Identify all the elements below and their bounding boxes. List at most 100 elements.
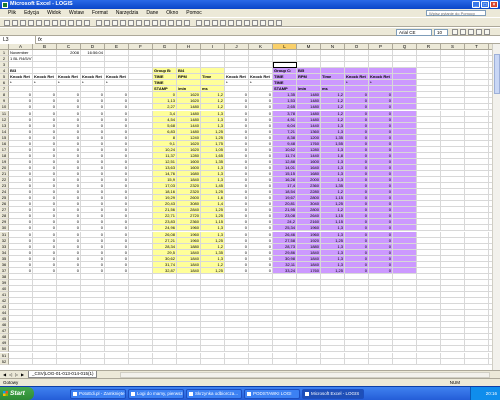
- toolbar-button-icon[interactable]: [136, 20, 142, 26]
- fx-icon[interactable]: fx: [38, 36, 42, 44]
- taskbar-item-1[interactable]: Logi do mamy, pierwsze...: [128, 388, 184, 399]
- toolbar-button-icon[interactable]: [20, 20, 26, 26]
- menu-item-0[interactable]: Plik: [4, 10, 20, 16]
- toolbar-button-icon[interactable]: [244, 20, 250, 26]
- cell-P3[interactable]: [369, 62, 393, 69]
- cell-H52[interactable]: [177, 358, 201, 365]
- last-sheet-icon[interactable]: ▶: [20, 372, 25, 377]
- cell-T52[interactable]: [465, 358, 489, 365]
- row-header-52[interactable]: 52: [0, 358, 9, 365]
- toolbar-button-icon[interactable]: [168, 20, 174, 26]
- cell-D3[interactable]: [81, 62, 105, 69]
- prev-sheet-icon[interactable]: ◁: [8, 372, 13, 377]
- cell-A52[interactable]: [9, 358, 33, 365]
- toolbar-button-icon[interactable]: [268, 20, 274, 26]
- toolbar-button-icon[interactable]: [4, 20, 10, 26]
- toolbar-button-icon[interactable]: [276, 20, 282, 26]
- cell-D52[interactable]: [81, 358, 105, 365]
- cell-O52[interactable]: [345, 358, 369, 365]
- toolbar-button-icon[interactable]: [120, 20, 126, 26]
- start-button[interactable]: Start: [0, 387, 34, 400]
- cell-N52[interactable]: [321, 358, 345, 365]
- cell-A3[interactable]: [9, 62, 33, 69]
- cell-H3[interactable]: [177, 62, 201, 69]
- cell-E3[interactable]: [105, 62, 129, 69]
- menu-item-3[interactable]: Wstaw: [65, 10, 88, 16]
- toolbar-button-icon[interactable]: [76, 20, 82, 26]
- toolbar-button-icon[interactable]: [68, 20, 74, 26]
- cell-L52[interactable]: [273, 358, 297, 365]
- cell-F3[interactable]: [129, 62, 153, 69]
- cell-O3[interactable]: [345, 62, 369, 69]
- taskbar-item-2[interactable]: Skrzynka odbiorcza...: [186, 388, 242, 399]
- toolbar-button-icon[interactable]: [60, 20, 66, 26]
- cell-Q3[interactable]: [393, 62, 417, 69]
- cell-J52[interactable]: [225, 358, 249, 365]
- cell-I52[interactable]: [201, 358, 225, 365]
- toolbar-button-icon[interactable]: [44, 20, 50, 26]
- cell-M3[interactable]: [297, 62, 321, 69]
- cell-B3[interactable]: [33, 62, 57, 69]
- scroll-thumb[interactable]: [494, 54, 500, 94]
- toolbar-button-icon[interactable]: [236, 20, 242, 26]
- cell-J3[interactable]: [225, 62, 249, 69]
- cell-K52[interactable]: [249, 358, 273, 365]
- cell-E52[interactable]: [105, 358, 129, 365]
- cell-C52[interactable]: [57, 358, 81, 365]
- format-button-icon[interactable]: [452, 29, 458, 35]
- toolbar-button-icon[interactable]: [228, 20, 234, 26]
- cell-I3[interactable]: [201, 62, 225, 69]
- cell-S3[interactable]: [441, 62, 465, 69]
- toolbar-button-icon[interactable]: [152, 20, 158, 26]
- cell-S52[interactable]: [441, 358, 465, 365]
- toolbar-button-icon[interactable]: [112, 20, 118, 26]
- menu-item-5[interactable]: Narzędzia: [112, 10, 143, 16]
- cell-M52[interactable]: [297, 358, 321, 365]
- cell-R3[interactable]: [417, 62, 441, 69]
- cell-K3[interactable]: [249, 62, 273, 69]
- format-button-icon[interactable]: [468, 29, 474, 35]
- toolbar-button-icon[interactable]: [160, 20, 166, 26]
- toolbar-button-icon[interactable]: [84, 20, 90, 26]
- minimize-button[interactable]: _: [472, 1, 480, 8]
- toolbar-button-icon[interactable]: [12, 20, 18, 26]
- cell-Q52[interactable]: [393, 358, 417, 365]
- toolbar-button-icon[interactable]: [196, 20, 202, 26]
- menu-item-6[interactable]: Dane: [142, 10, 162, 16]
- toolbar-button-icon[interactable]: [220, 20, 226, 26]
- toolbar-button-icon[interactable]: [128, 20, 134, 26]
- toolbar-button-icon[interactable]: [52, 20, 58, 26]
- toolbar-button-icon[interactable]: [212, 20, 218, 26]
- menu-item-8[interactable]: Pomoc: [182, 10, 206, 16]
- cell-P52[interactable]: [369, 358, 393, 365]
- cell-N3[interactable]: [321, 62, 345, 69]
- toolbar-button-icon[interactable]: [104, 20, 110, 26]
- close-button[interactable]: ×: [490, 1, 498, 8]
- cell-T3[interactable]: [465, 62, 489, 69]
- first-sheet-icon[interactable]: ◀: [2, 372, 7, 377]
- toolbar-button-icon[interactable]: [184, 20, 190, 26]
- cell-R52[interactable]: [417, 358, 441, 365]
- menu-item-1[interactable]: Edycja: [20, 10, 43, 16]
- sheet-tab[interactable]: _CSV|LOG-01-013-014-015(1): [28, 371, 98, 378]
- format-button-icon[interactable]: [460, 29, 466, 35]
- help-search-input[interactable]: Wpisz pytanie do Pomocy: [426, 10, 486, 16]
- taskbar-item-3[interactable]: PODSTAWKI LOGI: [244, 388, 300, 399]
- cell-C3[interactable]: [57, 62, 81, 69]
- toolbar-button-icon[interactable]: [252, 20, 258, 26]
- format-button-icon[interactable]: [476, 29, 482, 35]
- cell-F52[interactable]: [129, 358, 153, 365]
- font-name-select[interactable]: Arial CE: [396, 29, 432, 36]
- cell-B52[interactable]: [33, 358, 57, 365]
- toolbar-button-icon[interactable]: [36, 20, 42, 26]
- spreadsheet-grid[interactable]: ABCDEFGHIJKLMNOPQRSTU1234567891011121314…: [0, 44, 492, 370]
- font-size-select[interactable]: 10: [434, 29, 448, 36]
- maximize-button[interactable]: □: [481, 1, 489, 8]
- format-button-icon[interactable]: [484, 29, 490, 35]
- toolbar-button-icon[interactable]: [204, 20, 210, 26]
- toolbar-button-icon[interactable]: [176, 20, 182, 26]
- cell-G3[interactable]: [153, 62, 177, 69]
- cell-L3[interactable]: [273, 62, 297, 69]
- toolbar-button-icon[interactable]: [28, 20, 34, 26]
- toolbar-button-icon[interactable]: [96, 20, 102, 26]
